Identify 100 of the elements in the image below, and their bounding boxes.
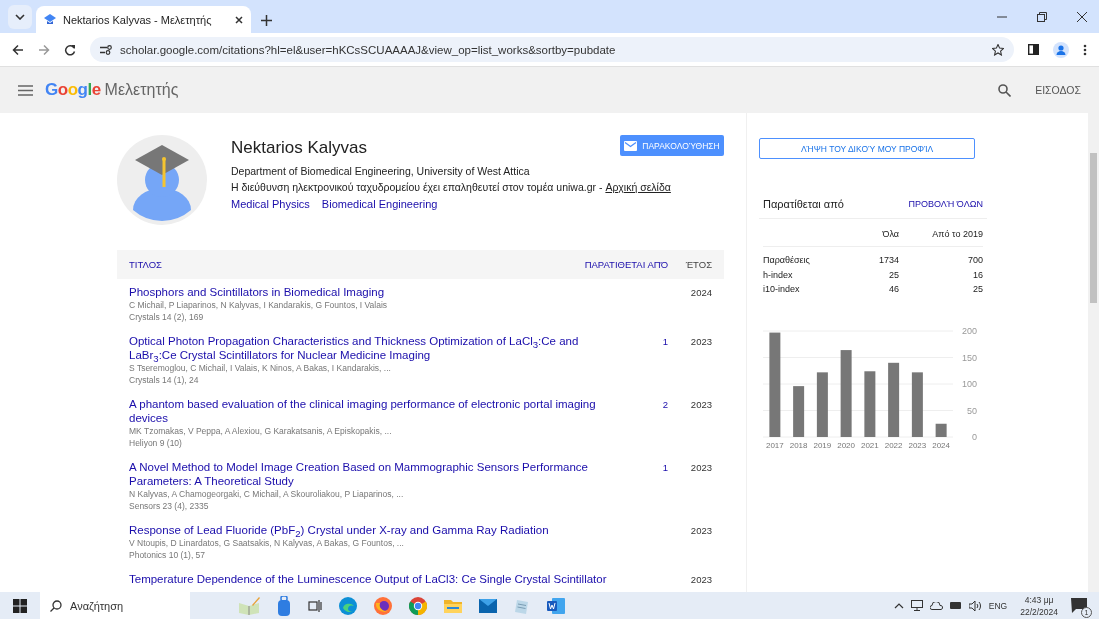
task-view-icon[interactable]: [308, 598, 322, 613]
language-indicator[interactable]: ENG: [988, 600, 1008, 611]
chart-bar[interactable]: [816, 371, 828, 437]
profile-icon[interactable]: [1053, 41, 1069, 58]
homepage-link[interactable]: Αρχική σελίδα: [605, 181, 671, 193]
author-name: Nektarios Kalyvas: [231, 138, 368, 158]
menu-icon[interactable]: [18, 84, 33, 96]
x-tick-label: 2023: [908, 440, 927, 450]
ring-icon[interactable]: [409, 596, 427, 615]
chart-bar[interactable]: [911, 371, 923, 437]
taskbar-search-field[interactable]: Αναζήτηση: [40, 592, 190, 619]
metric-value: 25: [888, 268, 899, 282]
cited-by-link[interactable]: 1: [662, 462, 668, 473]
article-venue: Crystals 14 (1), 24: [129, 374, 200, 386]
tab-list-button[interactable]: [8, 5, 32, 29]
chart-bar[interactable]: [840, 349, 852, 437]
column-header[interactable]: ΠΑΡΑΤΙΘΕΤΑΙ ΑΠΌ: [548, 259, 668, 270]
x-tick-label: 2020: [837, 440, 855, 450]
metric-value: 1734: [877, 254, 899, 267]
wave-icon[interactable]: [339, 596, 357, 615]
article-venue: Crystals 14 (2), 169: [129, 311, 205, 323]
article-authors: N Kalyvas, A Chamogeorgaki, C Michail, A Skouroliakou, P Liaparinos, ...: [129, 488, 405, 500]
y-tick-label: 0: [972, 431, 977, 442]
folder-icon[interactable]: [444, 598, 462, 613]
mail-icon: [624, 140, 638, 151]
restore-icon[interactable]: [1037, 11, 1047, 22]
chart-bar[interactable]: [864, 370, 876, 437]
address-bar[interactable]: scholar.google.com/citations?hl=el&user=hKCsSCUAAAAJ&view_op=list_works&sortby=pubdate: [90, 37, 1014, 62]
interest-link[interactable]: Biomedical Engineering: [321, 198, 438, 210]
x-tick-label: 2018: [789, 440, 808, 450]
article-venue: Heliyon 9 (10): [129, 437, 183, 449]
article-venue: Sensors 23 (4), 2335: [129, 500, 210, 512]
back-icon[interactable]: [12, 43, 24, 56]
backpack-icon[interactable]: [277, 595, 291, 616]
column-header[interactable]: ΤΙΤΛΟΣ: [129, 259, 548, 270]
article-year: 2023: [690, 574, 712, 585]
chart-bar[interactable]: [769, 332, 781, 437]
section-title: Παρατίθεται από: [763, 198, 844, 210]
search-icon: [50, 599, 62, 612]
y-tick-label: 100: [961, 378, 977, 389]
reload-icon[interactable]: [64, 43, 76, 56]
article-title-link[interactable]: Response of Lead Fluoride (PbF$_{2}$) Crystal under X-ray and Gamma Ray Radiation: [129, 523, 598, 537]
site-settings-icon[interactable]: [100, 44, 112, 55]
new-tab-button[interactable]: [261, 15, 272, 26]
metric-value: 25: [972, 283, 983, 296]
close-icon[interactable]: [235, 15, 243, 24]
column-header: Όλα: [849, 219, 899, 247]
chevron-up-icon[interactable]: [893, 602, 904, 609]
affiliation: Department of Biomedical Engineering, University of West Attica: [231, 165, 531, 177]
star-icon[interactable]: [992, 43, 1004, 56]
y-tick-label: 200: [961, 325, 977, 336]
side-panel-icon[interactable]: [1028, 44, 1039, 55]
metric-value: 16: [972, 268, 983, 282]
article-year: 2023: [690, 525, 712, 536]
cap-icon: [44, 14, 56, 25]
article-authors: C Michail, P Liaparinos, N Kalyvas, I Kandarakis, G Fountos, I Valais: [129, 299, 389, 311]
view-all-link[interactable]: ΠΡΟΒΟΛΉ ΌΛΩΝ: [908, 199, 983, 209]
article-authors: S Tseremoglou, C Michail, I Valais, K Ninos, A Bakas, I Kandarakis, ...: [129, 362, 392, 374]
mail-icon[interactable]: [479, 598, 497, 613]
battery-icon[interactable]: [949, 602, 962, 609]
metric-value: 700: [966, 254, 983, 267]
chart-bar[interactable]: [793, 385, 805, 437]
document-icon[interactable]: [547, 597, 565, 614]
chart-bar[interactable]: [888, 362, 900, 437]
cited-by-link[interactable]: 1: [662, 336, 668, 347]
monitor-icon[interactable]: [910, 600, 923, 611]
search-icon[interactable]: [998, 83, 1012, 97]
article-title-link[interactable]: Temperature Dependence of the Luminescence Output of LaCl3: Ce Single Crystal Scintillator: [129, 572, 607, 586]
cloud-icon[interactable]: [929, 601, 943, 610]
get-profile-button[interactable]: ΛΉΨΗ ΤΟΥ ΔΙΚΟΎ ΜΟΥ ΠΡΟΦΊΛ: [759, 138, 975, 159]
article-title-link[interactable]: Optical Photon Propagation Characteristics and Thickness Optimization of LaCl$_{3}$:Ce and LaBr$_{3}$:Ce Crystal Scintillators for Nuclear Medicine Imaging: [129, 334, 598, 362]
speaker-icon[interactable]: [968, 600, 982, 611]
article-title-link[interactable]: Phosphors and Scintillators in Biomedical Imaging: [129, 285, 598, 299]
scrollbar[interactable]: [1088, 113, 1099, 593]
x-tick-label: 2021: [861, 440, 879, 450]
email-verification-text: Η διεύθυνση ηλεκτρονικού ταχυδρομείου έχει επαληθευτεί στον τομέα uniwa.gr - Αρχική σελίδα: [231, 181, 672, 193]
article-title-link[interactable]: A phantom based evaluation of the clinical imaging performance of electronic portal imaging devices: [129, 397, 598, 425]
article-title-link[interactable]: A Novel Method to Model Image Creation Based on Mammographic Sensors Performance Parameters: A Theoretical Study: [129, 460, 598, 488]
close-icon[interactable]: [1077, 11, 1087, 22]
metric-value: 46: [888, 283, 899, 296]
metric-label: Παραθέσεις: [763, 254, 811, 267]
metric-label: h-index: [763, 268, 794, 282]
article-year: 2023: [690, 399, 712, 410]
cited-by-link[interactable]: 2: [662, 399, 668, 410]
column-header[interactable]: ΈΤΟΣ: [668, 259, 712, 270]
y-tick-label: 150: [961, 352, 977, 362]
fox-globe-icon[interactable]: [374, 596, 392, 615]
article-year: 2023: [690, 462, 712, 473]
sign-in-button[interactable]: ΕΙΣΟΔΟΣ: [1035, 84, 1081, 96]
forward-icon[interactable]: [38, 43, 50, 56]
metric-label: i10-index: [763, 283, 801, 296]
chart-bar[interactable]: [935, 423, 947, 437]
caret-icon: [15, 14, 25, 20]
interest-link[interactable]: Medical Physics: [231, 198, 310, 210]
clock[interactable]: 4:43 μμ 22/2/2024: [1020, 593, 1058, 618]
browser-tab[interactable]: Nektarios Kalyvas - Μελετητής: [36, 6, 251, 33]
article-authors: MK Tzomakas, V Peppa, A Alexiou, G Karakatsanis, A Episkopakis, ...: [129, 425, 393, 437]
notification-icon[interactable]: [1071, 596, 1087, 613]
product-name: Μελετητής: [104, 81, 179, 99]
more-menu-icon[interactable]: [1083, 43, 1087, 56]
